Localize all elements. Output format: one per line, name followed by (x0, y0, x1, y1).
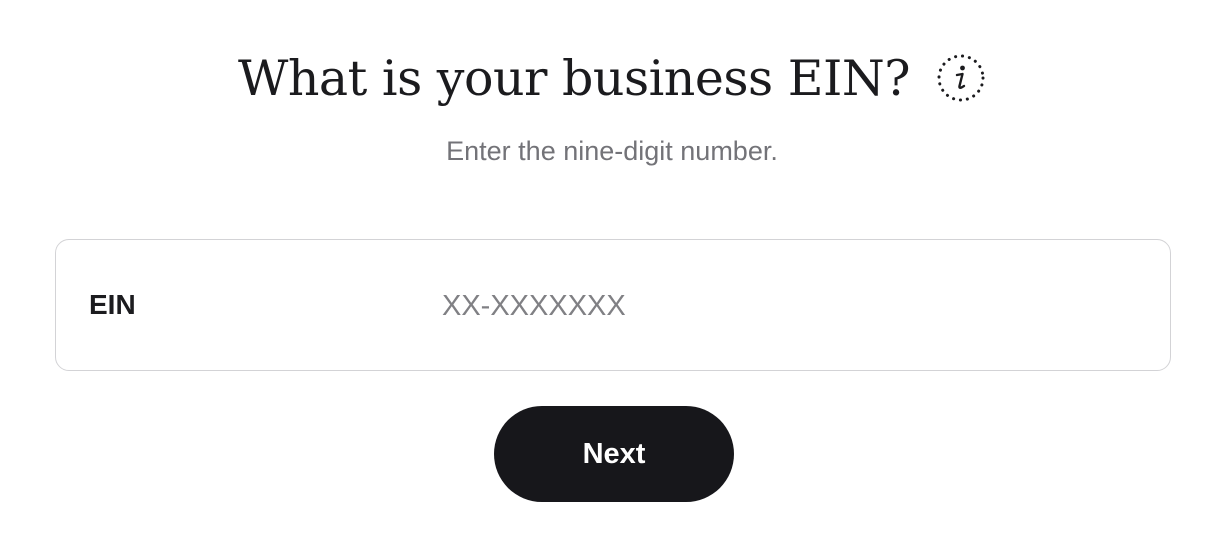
header: What is your business EIN? (0, 38, 1224, 118)
ein-label: EIN (89, 289, 136, 320)
ein-input[interactable] (442, 276, 1132, 336)
page-title: What is your business EIN? (238, 49, 910, 107)
ein-field[interactable]: EIN (55, 239, 1171, 371)
next-button[interactable]: Next (494, 406, 734, 502)
info-icon[interactable] (936, 53, 986, 103)
page-subtitle: Enter the nine-digit number. (446, 136, 778, 166)
